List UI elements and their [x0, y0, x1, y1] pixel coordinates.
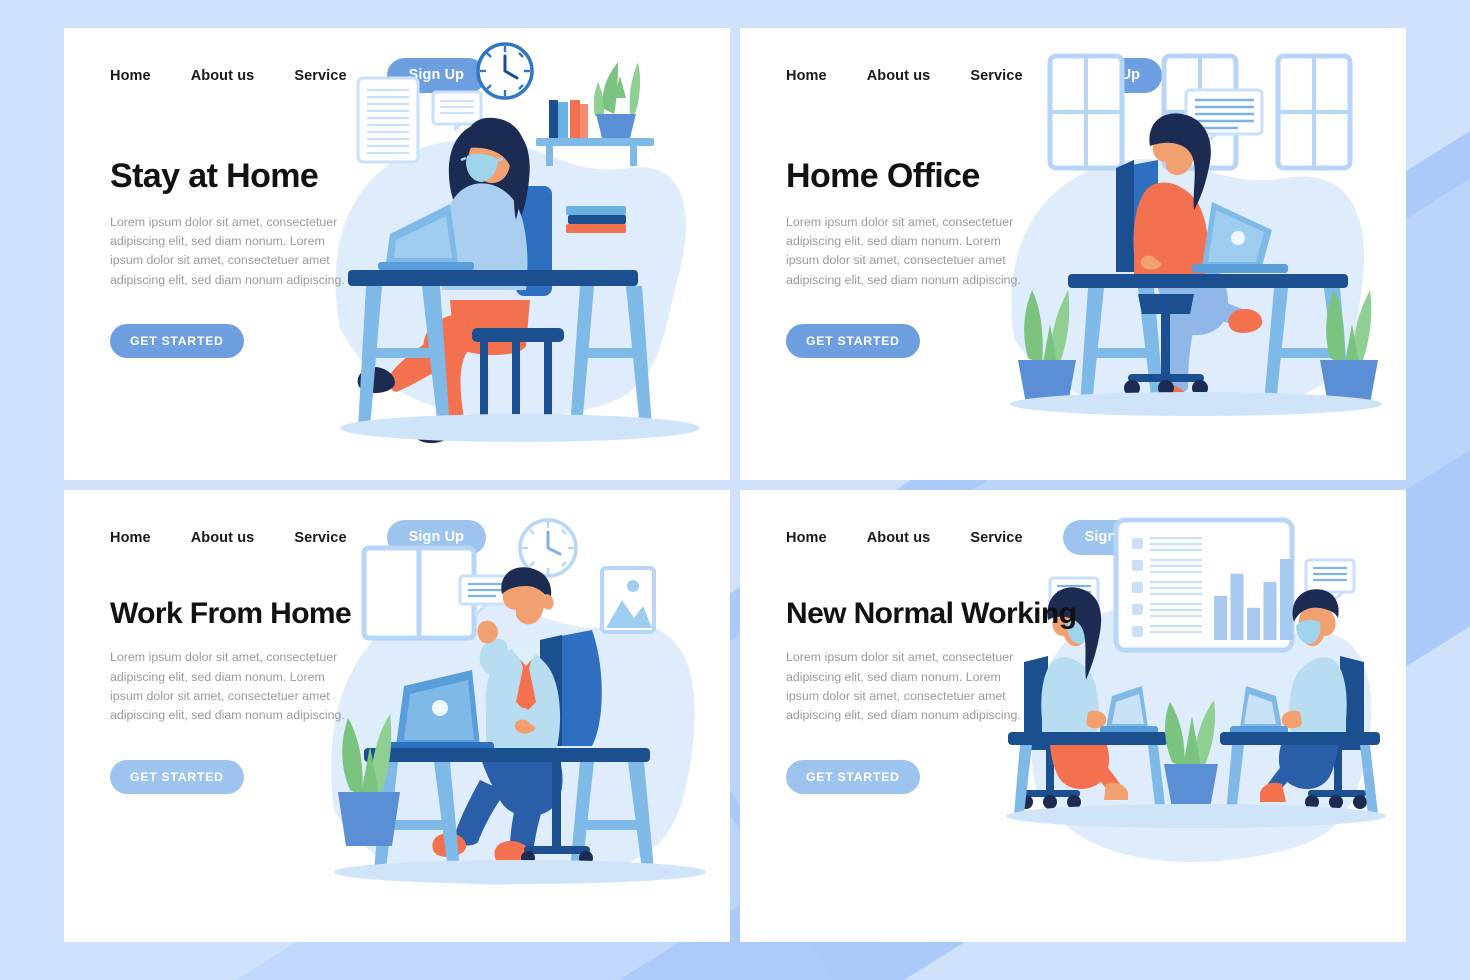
wall-clock	[518, 518, 578, 578]
window	[361, 545, 477, 641]
illustration-stay-at-home	[330, 28, 730, 480]
nav-link-home[interactable]: Home	[786, 68, 827, 84]
bar-3	[1247, 607, 1260, 640]
page-title: Work From Home	[110, 597, 352, 630]
get-started-button[interactable]: GET STARTED	[786, 324, 920, 359]
desk-books	[566, 206, 626, 233]
nav-link-home[interactable]: Home	[786, 530, 827, 546]
presentation-board	[1113, 517, 1295, 653]
hero-description: Lorem ipsum dolor sit amet, consectetuer…	[110, 214, 345, 287]
bar-1	[1214, 595, 1227, 640]
get-started-button[interactable]: GET STARTED	[110, 324, 244, 359]
page-title: Stay at Home	[110, 157, 319, 195]
nav-link-about-us[interactable]: About us	[191, 68, 255, 84]
hero-description: Lorem ipsum dolor sit amet, consectetuer…	[786, 214, 1021, 287]
hero-copy: Work From Home Lorem ipsum dolor sit ame…	[110, 597, 370, 794]
landing-card-new-normal-working: Home About us Service Sign Up New Normal…	[740, 490, 1406, 942]
hero-copy: New Normal Working Lorem ipsum dolor sit…	[786, 597, 1077, 794]
picture-frame	[600, 566, 656, 634]
get-started-button[interactable]: GET STARTED	[786, 759, 920, 794]
bar-4	[1263, 582, 1277, 640]
nav-link-about-us[interactable]: About us	[191, 530, 255, 546]
landing-card-work-from-home: Home About us Service Sign Up Work From …	[64, 490, 730, 942]
nav-link-about-us[interactable]: About us	[867, 530, 931, 546]
nav-link-home[interactable]: Home	[110, 68, 151, 84]
book-shelf	[536, 62, 654, 166]
hero-copy: Stay at Home Lorem ipsum dolor sit amet,…	[110, 157, 370, 359]
nav-link-about-us[interactable]: About us	[867, 68, 931, 84]
landing-card-stay-at-home: Home About us Service Sign Up Stay at Ho…	[64, 28, 730, 480]
hero-description: Lorem ipsum dolor sit amet, consectetuer…	[110, 650, 345, 723]
get-started-button[interactable]: GET STARTED	[110, 759, 244, 794]
page-title: Home Office	[786, 157, 980, 195]
hero-description: Lorem ipsum dolor sit amet, consectetuer…	[786, 650, 1021, 723]
wall-clock	[476, 42, 534, 100]
bar-5	[1280, 559, 1293, 640]
landing-card-home-office: Home About us Service Sign Up Home Offic…	[740, 28, 1406, 480]
hero-copy: Home Office Lorem ipsum dolor sit amet, …	[786, 157, 1046, 359]
bar-2	[1230, 573, 1244, 640]
landing-page-grid: Home About us Service Sign Up Stay at Ho…	[64, 28, 1406, 952]
nav-link-home[interactable]: Home	[110, 530, 151, 546]
illustration-new-normal-working	[1006, 490, 1406, 942]
illustration-work-from-home	[330, 490, 730, 942]
illustration-home-office	[1006, 28, 1406, 480]
page-title: New Normal Working	[786, 597, 1077, 630]
